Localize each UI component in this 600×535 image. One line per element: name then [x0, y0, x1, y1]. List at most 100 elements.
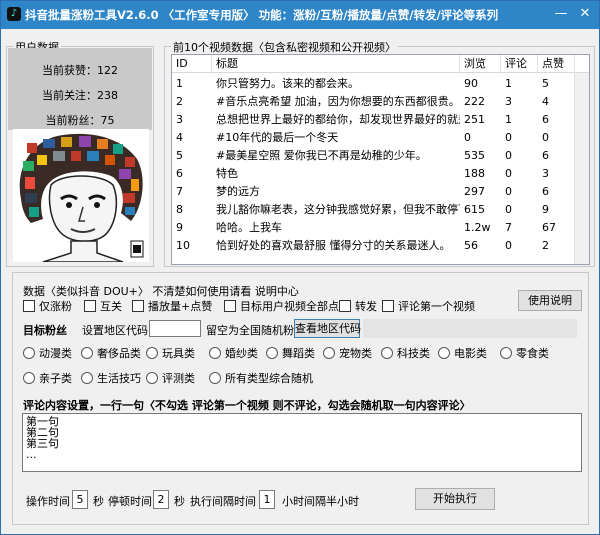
radio-circle[interactable] [209, 347, 221, 359]
fans-stat: 当前粉丝：75 [8, 112, 152, 128]
likes-label: 当前获赞： [42, 64, 97, 77]
interval-time-unit: 小时间隔半小时 [282, 495, 359, 508]
cell-title: 哈哈。上我车 [216, 221, 282, 234]
column-header-likes[interactable]: 点赞 [538, 55, 575, 73]
cell-id: 3 [176, 113, 183, 126]
cell-likes: 2 [542, 239, 549, 252]
checkbox-views-likes[interactable]: 播放量+点赞 [132, 299, 212, 315]
table-row[interactable]: 3 总想把世界上最好的都给你，却发现世界最好的就是… 251 1 6 [172, 111, 575, 129]
likes-stat: 当前获赞：122 [8, 62, 152, 78]
table-row[interactable]: 8 我儿豁你嘛老表，这分钟我感觉好累，但我不敢停下… 615 0 9 [172, 201, 575, 219]
table-row[interactable]: 7 梦的远方 297 0 6 [172, 183, 575, 201]
radio-circle[interactable] [266, 347, 278, 359]
column-header-id[interactable]: ID [172, 55, 212, 73]
table-row[interactable]: 5 #最美星空照 爱你我已不再是幼稚的少年。 535 0 6 [172, 147, 575, 165]
close-button[interactable]: ✕ [577, 6, 593, 22]
table-row[interactable]: 2 #音乐点亮希望 加油，因为你想要的东西都很贵。 222 3 4 [172, 93, 575, 111]
radio-toys[interactable]: 玩具类 [146, 346, 195, 362]
column-header-title[interactable]: 标题 [212, 55, 460, 73]
cell-comments: 1 [505, 77, 512, 90]
minimize-button[interactable]: — [553, 6, 569, 22]
column-header-views[interactable]: 浏览 [460, 55, 501, 73]
cell-likes: 6 [542, 149, 549, 162]
cell-likes: 0 [542, 131, 549, 144]
checkbox-label: 互关 [100, 300, 122, 313]
cell-id: 6 [176, 167, 183, 180]
radio-circle[interactable] [23, 372, 35, 384]
comment-textarea[interactable]: 第一句 第二句 第三句 ... [22, 413, 582, 472]
table-row[interactable]: 1 你只管努力。该来的都会来。 90 1 5 [172, 75, 575, 93]
radio-label: 舞蹈类 [282, 347, 315, 360]
radio-life-tips[interactable]: 生活技巧 [81, 371, 141, 387]
checkbox-box[interactable] [382, 300, 394, 312]
radio-circle[interactable] [381, 347, 393, 359]
cell-views: 0 [464, 131, 471, 144]
pause-time-input[interactable] [153, 490, 169, 509]
checkbox-box[interactable] [224, 300, 236, 312]
cell-likes: 9 [542, 203, 549, 216]
radio-circle[interactable] [23, 347, 35, 359]
radio-circle[interactable] [81, 372, 93, 384]
radio-anime[interactable]: 动漫类 [23, 346, 72, 362]
help-button[interactable]: 使用说明 [518, 290, 582, 311]
radio-luxury[interactable]: 奢侈品类 [81, 346, 141, 362]
videos-table: ID 标题 浏览 评论 点赞 1 你只管努力。该来的都会来。 90 1 5 2 … [171, 54, 590, 265]
cell-comments: 0 [505, 185, 512, 198]
radio-label: 评测类 [162, 372, 195, 385]
checkbox-fans-only[interactable]: 仅涨粉 [23, 299, 72, 315]
radio-snacks[interactable]: 零食类 [500, 346, 549, 362]
region-code-input[interactable] [149, 320, 201, 337]
radio-circle[interactable] [500, 347, 512, 359]
cell-likes: 3 [542, 167, 549, 180]
checkbox-box[interactable] [23, 300, 35, 312]
radio-circle[interactable] [146, 372, 158, 384]
cell-views: 188 [464, 167, 485, 180]
checkbox-box[interactable] [339, 300, 351, 312]
comment-line: 第二句 [26, 426, 59, 439]
region-code-label: 设置地区代码 [82, 324, 148, 337]
cell-title: #音乐点亮希望 加油，因为你想要的东西都很贵。 [216, 95, 460, 108]
cell-likes: 67 [542, 221, 556, 234]
radio-movies[interactable]: 电影类 [438, 346, 487, 362]
column-header-comments[interactable]: 评论 [501, 55, 538, 73]
checkbox-share[interactable]: 转发 [339, 299, 377, 315]
checkbox-box[interactable] [132, 300, 144, 312]
videos-legend: 前10个视频数据〈包含私密视频和公开视频〉 [171, 39, 398, 55]
cell-comments: 0 [505, 149, 512, 162]
radio-parenting[interactable]: 亲子类 [23, 371, 72, 387]
radio-circle[interactable] [438, 347, 450, 359]
interval-time-input[interactable] [259, 490, 275, 509]
start-button[interactable]: 开始执行 [415, 488, 495, 510]
radio-label: 亲子类 [39, 372, 72, 385]
table-row[interactable]: 10 恰到好处的喜欢最舒服 懂得分寸的关系最迷人。 56 0 2 [172, 237, 575, 255]
radio-reviews[interactable]: 评测类 [146, 371, 195, 387]
checkbox-label: 转发 [355, 300, 377, 313]
checkbox-box[interactable] [84, 300, 96, 312]
radio-circle[interactable] [146, 347, 158, 359]
avatar-image [13, 129, 149, 262]
radio-all-random[interactable]: 所有类型综合随机 [209, 371, 313, 387]
checkbox-like-all-videos[interactable]: 目标用户视频全部点赞 [224, 299, 350, 315]
radio-circle[interactable] [81, 347, 93, 359]
cell-title: #最美星空照 爱你我已不再是幼稚的少年。 [216, 149, 427, 162]
table-row[interactable]: 6 特色 188 0 3 [172, 165, 575, 183]
radio-circle[interactable] [323, 347, 335, 359]
radio-dance[interactable]: 舞蹈类 [266, 346, 315, 362]
operation-time-unit: 秒 [93, 495, 104, 508]
table-row[interactable]: 9 哈哈。上我车 1.2w 7 67 [172, 219, 575, 237]
radio-circle[interactable] [209, 372, 221, 384]
radio-pets[interactable]: 宠物类 [323, 346, 372, 362]
operation-time-input[interactable] [72, 490, 88, 509]
checkbox-mutual-follow[interactable]: 互关 [84, 299, 122, 315]
cell-likes: 6 [542, 185, 549, 198]
title-bar: ♪ 抖音批量涨粉工具V2.6.0 〈工作室专用版〉 功能：涨粉/互粉/播放量/点… [1, 1, 599, 29]
cell-comments: 1 [505, 113, 512, 126]
table-header: ID 标题 浏览 评论 点赞 [172, 55, 589, 73]
radio-wedding[interactable]: 婚纱类 [209, 346, 258, 362]
checkbox-comment-first-video[interactable]: 评论第一个视频 [382, 299, 475, 315]
table-row[interactable]: 4 #10年代的最后一个冬天 0 0 0 [172, 129, 575, 147]
table-scrollbar[interactable] [574, 73, 589, 264]
cell-comments: 0 [505, 239, 512, 252]
radio-tech[interactable]: 科技类 [381, 346, 430, 362]
check-region-code-button[interactable]: 查看地区代码 [294, 319, 361, 338]
